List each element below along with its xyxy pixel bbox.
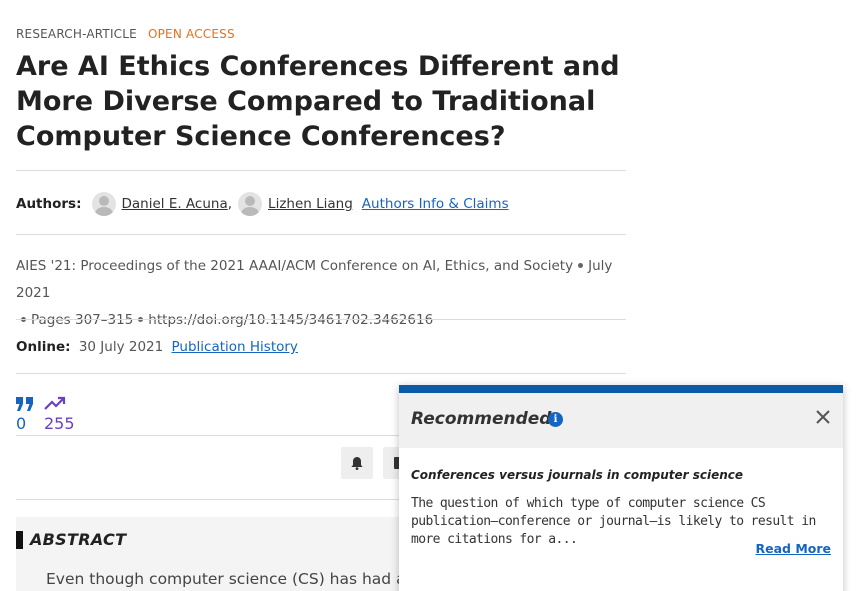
- abstract-heading: ABSTRACT: [30, 530, 127, 549]
- abstract-text: Even though computer science (CS) has ha…: [46, 570, 406, 588]
- online-label: Online:: [16, 339, 71, 355]
- bell-icon: [351, 457, 363, 470]
- divider: [16, 319, 626, 320]
- alert-button[interactable]: [341, 447, 373, 479]
- recommended-title: Recommended: [411, 409, 552, 429]
- recommended-panel: Recommended i Conferences versus journal…: [399, 385, 843, 591]
- quote-icon: [16, 397, 33, 411]
- info-icon[interactable]: i: [548, 412, 563, 427]
- author-link[interactable]: Lizhen Liang: [268, 196, 353, 212]
- authors-row: Authors: Daniel E. Acuna , Lizhen Liang …: [16, 190, 509, 218]
- article-type: RESEARCH-ARTICLE: [16, 27, 137, 41]
- divider: [16, 234, 626, 235]
- read-more-link[interactable]: Read More: [755, 541, 831, 556]
- divider: [16, 373, 626, 374]
- trending-up-icon: [44, 396, 66, 410]
- publication-history-link[interactable]: Publication History: [172, 339, 298, 355]
- proceedings-title[interactable]: AIES '21: Proceedings of the 2021 AAAI/A…: [16, 258, 573, 274]
- online-date: 30 July 2021: [78, 339, 164, 355]
- divider: [16, 170, 626, 171]
- venue-info: AIES '21: Proceedings of the 2021 AAAI/A…: [16, 253, 631, 334]
- avatar[interactable]: [91, 192, 116, 216]
- online-row: Online: 30 July 2021 Publication History: [16, 339, 298, 355]
- download-count: 255: [44, 414, 75, 433]
- author-separator: ,: [227, 196, 233, 212]
- close-icon[interactable]: [815, 409, 831, 425]
- article-kicker: RESEARCH-ARTICLE OPEN ACCESS: [16, 27, 235, 41]
- article-title: Are AI Ethics Conferences Different and …: [16, 51, 620, 152]
- recommended-item-title[interactable]: Conferences versus journals in computer …: [411, 468, 743, 482]
- authors-label: Authors:: [16, 196, 82, 212]
- open-access-badge: OPEN ACCESS: [147, 27, 235, 41]
- author-link[interactable]: Daniel E. Acuna: [122, 196, 228, 212]
- page-range: Pages 307–315: [31, 312, 134, 328]
- citation-count: 0: [16, 414, 27, 433]
- avatar[interactable]: [238, 192, 263, 216]
- panel-accent-bar: [399, 385, 843, 393]
- abstract-marker: [16, 531, 23, 549]
- bullet: [578, 262, 584, 268]
- authors-info-link[interactable]: Authors Info & Claims: [362, 196, 509, 212]
- recommended-header: Recommended i: [399, 393, 843, 448]
- doi-link[interactable]: https://doi.org/10.1145/3461702.3462616: [148, 312, 433, 328]
